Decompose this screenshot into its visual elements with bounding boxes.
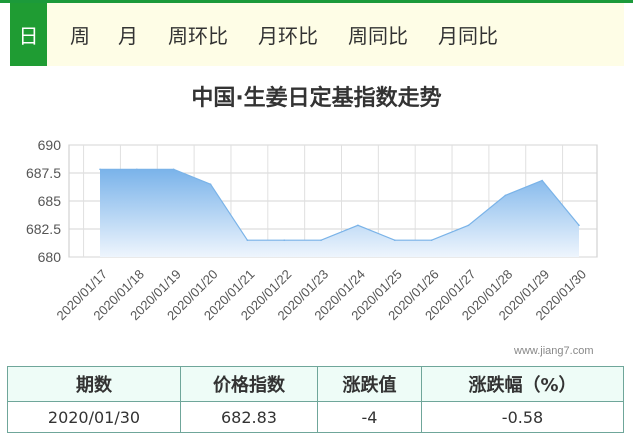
header-period: 期数	[7, 366, 181, 402]
table-row: 2020/01/30 682.83 -4 -0.58	[7, 401, 624, 433]
data-point	[172, 168, 175, 171]
data-point	[578, 224, 580, 227]
cell-change-percent: -0.58	[421, 401, 624, 433]
data-point	[357, 224, 359, 227]
data-point	[283, 239, 286, 241]
data-point	[99, 168, 101, 171]
header-change-value: 涨跌值	[317, 366, 422, 402]
y-tick-label: 690	[38, 137, 62, 153]
data-point	[209, 183, 212, 185]
data-point	[504, 194, 507, 197]
watermark: www.jiang7.com	[514, 345, 594, 357]
cell-change-value: -4	[317, 401, 422, 433]
data-point	[541, 179, 543, 182]
area-fill	[100, 169, 579, 257]
index-summary-table: 期数 价格指数 涨跌值 涨跌幅（%） 2020/01/30 682.83 -4 …	[7, 366, 624, 433]
y-tick-label: 685	[38, 193, 62, 209]
data-point	[430, 239, 433, 241]
data-point	[320, 239, 322, 241]
y-tick-label: 687.5	[26, 165, 61, 181]
cell-period: 2020/01/30	[7, 401, 181, 433]
data-point	[246, 239, 249, 241]
cell-price-index: 682.83	[180, 401, 318, 433]
y-tick-label: 680	[38, 249, 62, 265]
header-change-percent: 涨跌幅（%）	[421, 366, 624, 402]
data-point	[136, 168, 138, 171]
header-price-index: 价格指数	[180, 366, 318, 402]
table-header-row: 期数 价格指数 涨跌值 涨跌幅（%）	[7, 366, 624, 402]
data-point	[393, 239, 396, 241]
data-point	[467, 224, 470, 227]
y-tick-label: 682.5	[26, 221, 61, 237]
